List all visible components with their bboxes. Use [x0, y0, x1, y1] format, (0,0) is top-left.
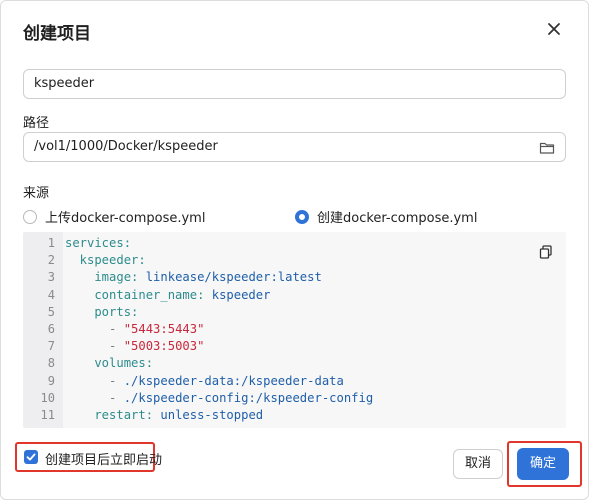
autostart-label: 创建项目后立即启动 [45, 453, 163, 468]
yaml-key: volumes: [65, 356, 154, 371]
yaml-key: container_name: [65, 287, 212, 302]
code-line: - "5003:5003" [65, 339, 204, 353]
dialog-title: 创建项目 [23, 24, 91, 44]
yaml-value: ./kspeeder-data:/kspeeder-data [123, 373, 344, 388]
yaml-key: restart: [65, 408, 161, 422]
line-number: 4 [47, 287, 55, 302]
code-line: restart: unless-stopped [65, 408, 263, 422]
code-line: services: [65, 236, 131, 250]
code-line: ports: [65, 305, 138, 319]
create-project-dialog: 创建项目 kspeeder 路径 /vol1/1000/Docker/kspee… [0, 0, 589, 500]
cancel-button[interactable]: 取消 [453, 449, 503, 479]
radio-create-compose[interactable]: 创建docker-compose.yml [295, 207, 477, 226]
yaml-key: - [65, 390, 124, 405]
autostart-highlight: 创建项目后立即启动 [15, 442, 162, 472]
source-label: 来源 [23, 186, 50, 201]
line-number: 8 [47, 356, 55, 371]
yaml-key: - [65, 322, 124, 336]
confirm-highlight: 确定 [507, 441, 582, 487]
confirm-button[interactable]: 确定 [517, 448, 569, 480]
line-number: 2 [47, 253, 55, 268]
radio-upload-compose[interactable]: 上传docker-compose.yml [23, 207, 205, 226]
code-line: kspeeder: [65, 253, 146, 267]
dialog-header: 创建项目 [1, 1, 588, 57]
yaml-value: linkease/kspeeder:latest [145, 270, 322, 285]
code-line: - "5443:5443" [65, 322, 204, 336]
radio-upload-label: 上传docker-compose.yml [45, 211, 206, 226]
autostart-checkbox[interactable] [24, 450, 38, 464]
copy-icon[interactable] [539, 244, 553, 259]
yaml-key: image: [65, 270, 146, 285]
code-line: container_name: kspeeder [65, 288, 270, 302]
project-name-input[interactable]: kspeeder [23, 69, 566, 99]
compose-editor[interactable]: 1 services: 2 kspeeder: 3 image: linkease/k… [23, 232, 566, 428]
line-number: 10 [40, 390, 55, 405]
line-number: 5 [47, 304, 55, 319]
line-number: 7 [47, 339, 55, 354]
code-line: - ./kspeeder-data:/kspeeder-data [65, 374, 344, 388]
radio-circle [23, 209, 37, 224]
yaml-value: ./kspeeder-config:/kspeeder-config [123, 390, 374, 405]
path-value: /vol1/1000/Docker/kspeeder [34, 139, 218, 154]
code-line: image: linkease/kspeeder:latest [65, 270, 322, 285]
yaml-key: services: [65, 236, 132, 250]
yaml-string: "5443:5443" [123, 322, 205, 336]
path-label: 路径 [23, 116, 50, 131]
yaml-key: kspeeder: [65, 253, 146, 268]
yaml-key: ports: [65, 304, 139, 319]
radio-create-label: 创建docker-compose.yml [317, 211, 478, 226]
line-number: 1 [47, 236, 55, 250]
line-number: 6 [47, 322, 55, 336]
code-line: - ./kspeeder-config:/kspeeder-config [65, 391, 373, 405]
yaml-string: "5003:5003" [123, 339, 205, 354]
yaml-value: kspeeder [211, 287, 271, 302]
path-input[interactable]: /vol1/1000/Docker/kspeeder [23, 132, 566, 162]
yaml-value: unless-stopped [160, 408, 264, 422]
yaml-key: - [65, 339, 124, 354]
code-line: volumes: [65, 356, 153, 370]
close-icon[interactable] [544, 19, 564, 39]
folder-icon[interactable] [539, 139, 555, 155]
radio-circle-selected [295, 209, 309, 224]
yaml-key: - [65, 373, 124, 388]
line-number: 11 [40, 408, 55, 422]
line-number: 3 [47, 270, 55, 285]
line-number: 9 [47, 373, 55, 388]
